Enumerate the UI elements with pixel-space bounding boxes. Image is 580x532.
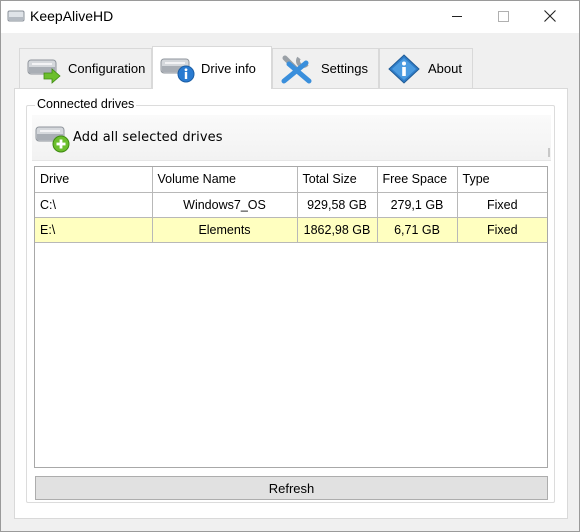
cell-total-size: 929,58 GB [297,192,378,218]
window-title: KeepAliveHD [30,8,114,24]
drive-add-icon [35,126,70,153]
tab-about[interactable]: About [379,48,473,88]
title-bar[interactable]: KeepAliveHD [1,1,579,33]
column-header-drive[interactable]: Drive [35,167,153,193]
tab-label: Configuration [68,61,146,76]
tab-label: About [428,61,462,76]
group-title: Connected drives [35,97,137,111]
tab-drive-info[interactable]: Drive info [152,46,272,89]
drive-icon [7,10,25,22]
column-header-total-size[interactable]: Total Size [297,167,378,193]
close-button[interactable] [527,1,573,31]
cell-type: Fixed [457,192,547,218]
cell-volume-name: Elements [152,217,298,243]
tab-label: Settings [321,61,368,76]
tab-configuration[interactable]: Configuration [19,48,152,88]
about-info-icon [388,53,420,84]
maximize-button[interactable] [480,1,526,31]
toolbar: Add all selected drives [32,115,551,161]
drives-list[interactable]: Drive Volume Name Total Size Free Space … [34,166,548,468]
close-icon [544,10,556,22]
drive-arrow-icon [27,59,61,84]
add-selected-drives-button[interactable]: Add all selected drives [34,120,223,154]
minimize-button[interactable] [434,1,480,31]
cell-drive: C:\ [35,192,153,218]
cell-free-space: 6,71 GB [377,217,458,243]
table-header: Drive Volume Name Total Size Free Space … [35,167,547,193]
toolbar-grip [548,148,550,157]
table-row[interactable]: E:\ Elements 1862,98 GB 6,71 GB Fixed [35,217,547,243]
column-header-free-space[interactable]: Free Space [377,167,458,193]
drive-info-page: Connected drives Add all selected drives [14,88,568,519]
tab-settings[interactable]: Settings [272,48,379,88]
cell-type: Fixed [457,217,547,243]
cell-free-space: 279,1 GB [377,192,458,218]
cell-total-size: 1862,98 GB [297,217,378,243]
maximize-icon [497,10,509,22]
tab-label: Drive info [201,60,256,76]
add-selected-drives-label: Add all selected drives [73,129,223,145]
column-header-type[interactable]: Type [457,167,547,193]
refresh-button[interactable]: Refresh [35,476,548,500]
app-window: KeepAliveHD Configuration Drive info Set… [0,0,580,532]
minimize-icon [452,16,462,17]
column-header-volume-name[interactable]: Volume Name [152,167,298,193]
drives-table: Drive Volume Name Total Size Free Space … [35,167,547,243]
table-row[interactable]: C:\ Windows7_OS 929,58 GB 279,1 GB Fixed [35,192,547,218]
connected-drives-group: Connected drives Add all selected drives [26,97,555,503]
cell-drive: E:\ [35,217,153,243]
drive-info-icon [160,58,195,83]
tools-icon [281,55,312,83]
cell-volume-name: Windows7_OS [152,192,298,218]
